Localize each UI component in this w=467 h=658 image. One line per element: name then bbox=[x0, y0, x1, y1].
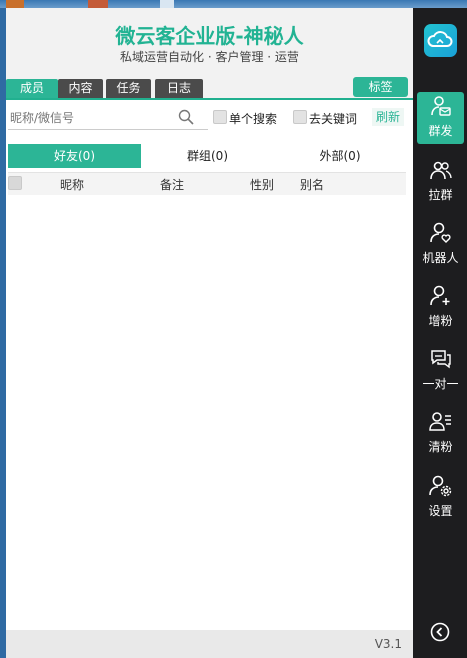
desktop-icon bbox=[88, 0, 108, 8]
sidebar-item-label: 群发 bbox=[428, 124, 453, 138]
single-search-label: 单个搜索 bbox=[229, 112, 278, 126]
column-nickname[interactable]: 昵称 bbox=[60, 176, 84, 193]
tab-tasks[interactable]: 任务 bbox=[106, 79, 151, 98]
subtab-groups[interactable]: 群组(0) bbox=[141, 144, 274, 168]
tag-button[interactable]: 标签 bbox=[353, 77, 408, 97]
sidebar-item-label: 拉群 bbox=[428, 188, 453, 202]
desktop-icon bbox=[160, 0, 174, 8]
sidebar: 群发 拉群 机器人 增粉 一对一 清粉 设置 bbox=[413, 8, 467, 658]
app-logo bbox=[424, 24, 457, 57]
remove-keyword-checkbox[interactable] bbox=[293, 110, 307, 124]
sidebar-item-label: 设置 bbox=[428, 504, 453, 518]
search-underline bbox=[8, 129, 208, 130]
search-icon[interactable] bbox=[178, 109, 194, 125]
app-subtitle: 私域运营自动化 · 客户管理 · 运营 bbox=[120, 50, 299, 64]
single-search-checkbox[interactable] bbox=[213, 110, 227, 124]
subtab-friends[interactable]: 好友(0) bbox=[8, 144, 141, 168]
sidebar-item-grow-fans[interactable]: 增粉 bbox=[417, 282, 464, 334]
tab-members[interactable]: 成员 bbox=[6, 79, 58, 98]
users-icon bbox=[430, 161, 452, 180]
tab-logs[interactable]: 日志 bbox=[155, 79, 203, 98]
column-alias[interactable]: 别名 bbox=[300, 176, 324, 193]
user-plus-icon bbox=[430, 285, 450, 306]
collapse-back-icon[interactable] bbox=[430, 622, 450, 642]
column-remark[interactable]: 备注 bbox=[160, 176, 184, 193]
desktop-icon bbox=[6, 0, 24, 8]
version-label: V3.1 bbox=[374, 637, 402, 651]
column-gender[interactable]: 性别 bbox=[250, 176, 274, 193]
user-gear-icon bbox=[429, 475, 452, 497]
sidebar-item-label: 清粉 bbox=[428, 440, 453, 454]
sidebar-item-clear-fans[interactable]: 清粉 bbox=[417, 408, 464, 460]
desktop-background bbox=[0, 0, 467, 8]
user-message-icon bbox=[431, 96, 451, 116]
sidebar-item-broadcast[interactable]: 群发 bbox=[417, 92, 464, 144]
sidebar-item-label: 一对一 bbox=[422, 377, 459, 391]
table-header: 昵称 备注 性别 别名 bbox=[8, 172, 406, 195]
sidebar-item-pull-group[interactable]: 拉群 bbox=[417, 156, 464, 208]
user-list-icon bbox=[429, 412, 451, 431]
sidebar-item-robot[interactable]: 机器人 bbox=[417, 219, 464, 271]
subtab-external[interactable]: 外部(0) bbox=[274, 144, 406, 168]
select-all-checkbox[interactable] bbox=[8, 176, 22, 190]
tab-bar: 成员 内容 任务 日志 bbox=[6, 78, 413, 100]
refresh-button[interactable]: 刷新 bbox=[372, 108, 404, 126]
main-panel: 微云客企业版-神秘人 私域运营自动化 · 客户管理 · 运营 成员 内容 任务 … bbox=[6, 8, 413, 658]
contact-subtabs: 好友(0) 群组(0) 外部(0) bbox=[8, 144, 406, 168]
tab-content[interactable]: 内容 bbox=[58, 79, 103, 98]
sidebar-item-settings[interactable]: 设置 bbox=[417, 472, 464, 524]
cloud-logo-icon bbox=[427, 31, 453, 47]
remove-keyword-label: 去关键词 bbox=[309, 112, 358, 126]
app-title: 微云客企业版-神秘人 bbox=[115, 24, 304, 48]
content-area: 单个搜索 去关键词 刷新 好友(0) 群组(0) 外部(0) 昵称 备注 性别 … bbox=[6, 100, 413, 630]
user-heart-icon bbox=[430, 222, 451, 243]
sidebar-item-one-to-one[interactable]: 一对一 bbox=[417, 345, 464, 397]
sidebar-item-label: 机器人 bbox=[422, 251, 459, 265]
chat-bubbles-icon bbox=[431, 350, 451, 369]
status-bar: V3.1 bbox=[6, 630, 413, 658]
sidebar-item-label: 增粉 bbox=[428, 314, 453, 328]
